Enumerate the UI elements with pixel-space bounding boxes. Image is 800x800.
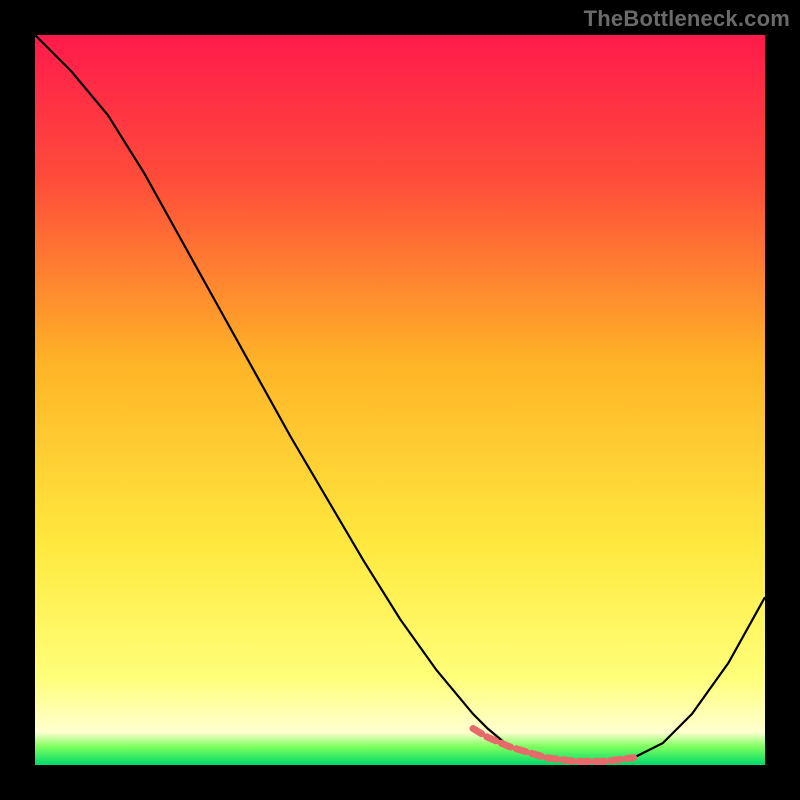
chart-frame: TheBottleneck.com [0,0,800,800]
watermark-text: TheBottleneck.com [584,6,790,32]
chart-svg [35,35,765,765]
plot-area [35,35,765,765]
gradient-background [35,35,765,765]
